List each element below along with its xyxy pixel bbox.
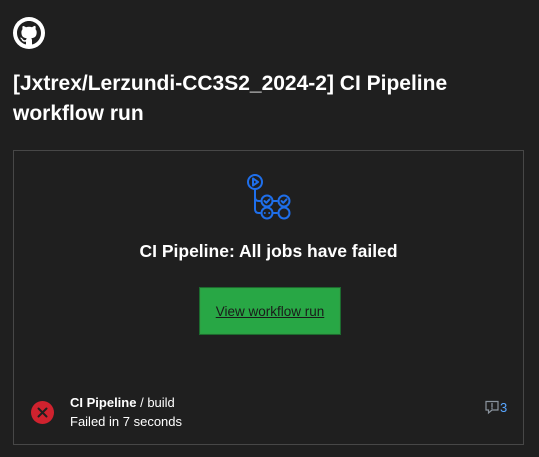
- workflow-name: CI Pipeline: [70, 395, 137, 410]
- failed-x-icon: [31, 401, 54, 424]
- email-title: [Jxtrex/Lerzundi-CC3S2_2024-2] CI Pipeli…: [13, 72, 448, 125]
- job-row: CI Pipeline / build Failed in 7 seconds …: [31, 393, 511, 433]
- comment-icon: [485, 400, 499, 415]
- annotations-link[interactable]: 3: [484, 399, 507, 415]
- job-info: CI Pipeline / build Failed in 7 seconds: [70, 393, 182, 431]
- job-name: build: [147, 395, 175, 410]
- view-workflow-run-button[interactable]: View workflow run: [199, 287, 341, 335]
- workflow-run-card: CI Pipeline: All jobs have failed View w…: [13, 150, 524, 445]
- job-separator: /: [136, 395, 148, 410]
- github-actions-workflow-icon: [247, 174, 291, 220]
- comment-count: 3: [500, 400, 508, 415]
- email-page: [Jxtrex/Lerzundi-CC3S2_2024-2] CI Pipeli…: [0, 0, 539, 457]
- run-status-heading: CI Pipeline: All jobs have failed: [139, 241, 398, 261]
- job-status-text: Failed in 7 seconds: [70, 414, 183, 429]
- github-mark-icon: [13, 17, 45, 49]
